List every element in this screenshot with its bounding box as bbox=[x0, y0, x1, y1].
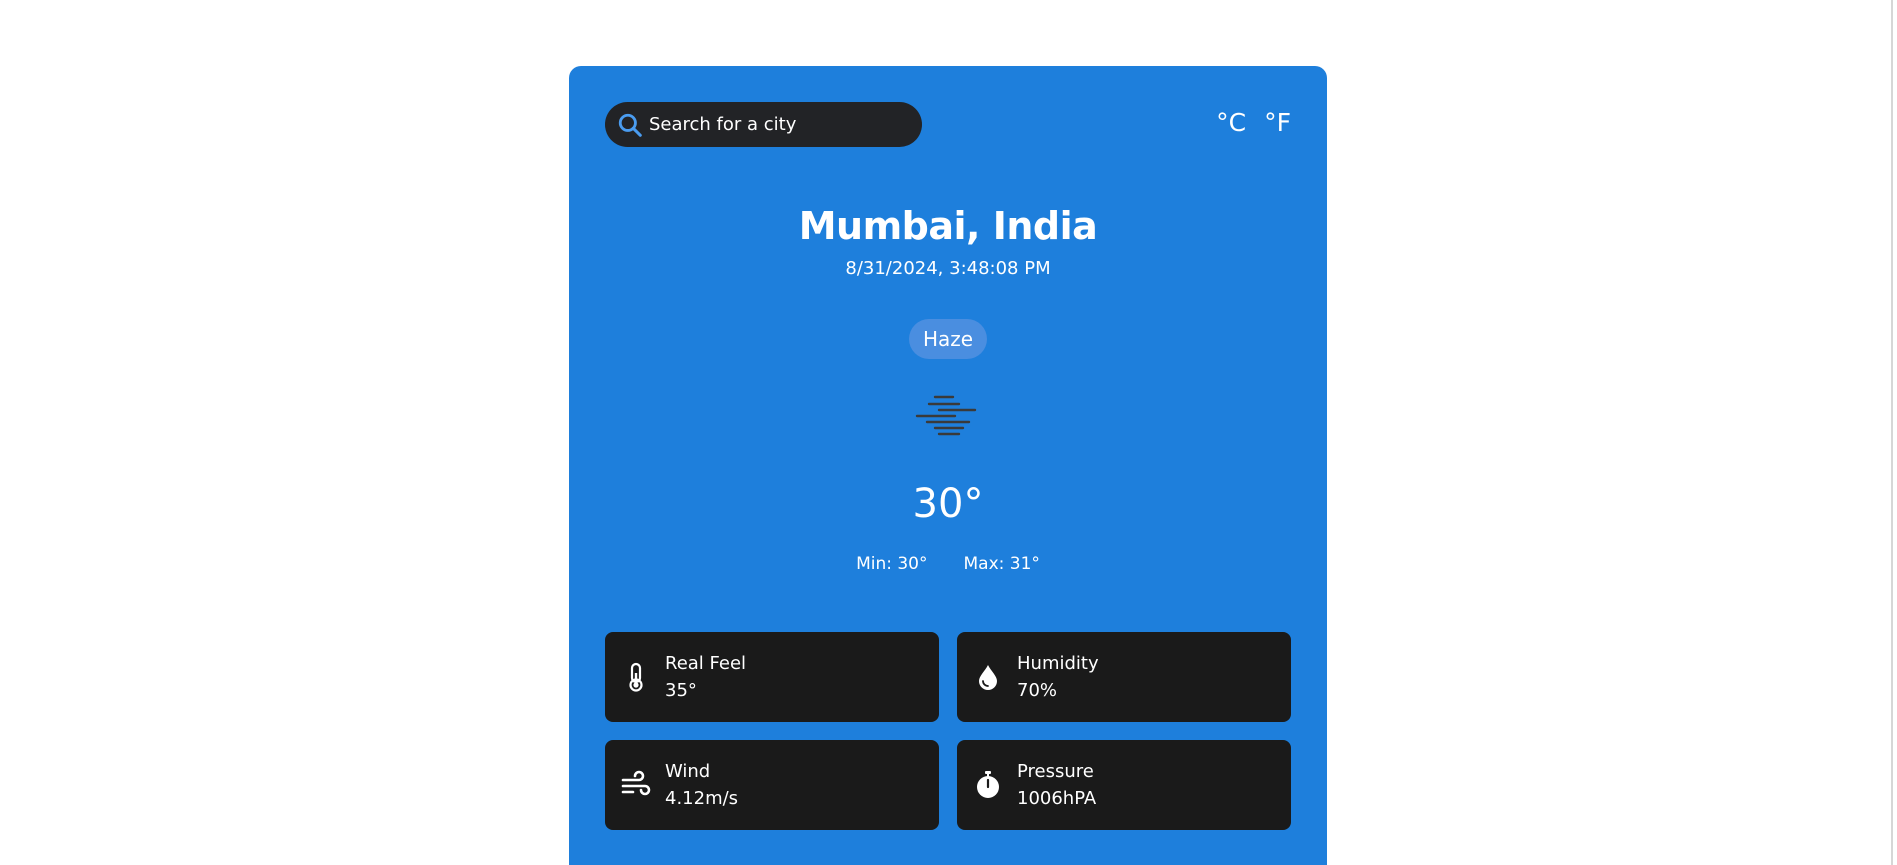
pressure-value: 1006hPA bbox=[1017, 788, 1097, 809]
humidity-value: 70% bbox=[1017, 680, 1058, 701]
detail-real-feel: Real Feel 35° bbox=[605, 632, 939, 722]
wind-icon bbox=[621, 770, 651, 796]
humidity-label: Humidity bbox=[1017, 653, 1099, 674]
stopwatch-icon bbox=[977, 771, 999, 798]
detail-wind: Wind 4.12m/s bbox=[605, 740, 939, 830]
real-feel-label: Real Feel bbox=[665, 653, 747, 674]
local-datetime: 8/31/2024, 3:48:08 PM bbox=[845, 258, 1051, 279]
window-edge bbox=[1891, 0, 1893, 865]
city-name: Mumbai, India bbox=[798, 204, 1098, 248]
fahrenheit-button[interactable]: °F bbox=[1264, 108, 1291, 137]
real-feel-value: 35° bbox=[665, 680, 697, 701]
search-icon bbox=[618, 113, 642, 137]
min-max-temperature: Min: 30° Max: 31° bbox=[569, 554, 1327, 574]
haze-icon bbox=[915, 395, 977, 436]
condition-badge: Haze bbox=[908, 319, 988, 359]
unit-toggle: °C °F bbox=[1216, 108, 1291, 137]
search-bar[interactable] bbox=[605, 102, 922, 147]
wind-value: 4.12m/s bbox=[665, 788, 739, 809]
min-temperature: Min: 30° bbox=[856, 554, 928, 574]
weather-card: °C °F Mumbai, India 8/31/2024, 3:48:08 P… bbox=[569, 66, 1327, 865]
max-temperature: Max: 31° bbox=[963, 554, 1040, 574]
detail-humidity: Humidity 70% bbox=[957, 632, 1291, 722]
detail-pressure: Pressure 1006hPA bbox=[957, 740, 1291, 830]
current-temperature: 30° bbox=[912, 481, 984, 527]
water-drop-icon bbox=[979, 665, 997, 690]
thermometer-icon bbox=[629, 662, 643, 692]
wind-label: Wind bbox=[665, 761, 711, 782]
search-input[interactable] bbox=[649, 114, 909, 135]
celsius-button[interactable]: °C bbox=[1216, 108, 1246, 137]
pressure-label: Pressure bbox=[1017, 761, 1094, 782]
